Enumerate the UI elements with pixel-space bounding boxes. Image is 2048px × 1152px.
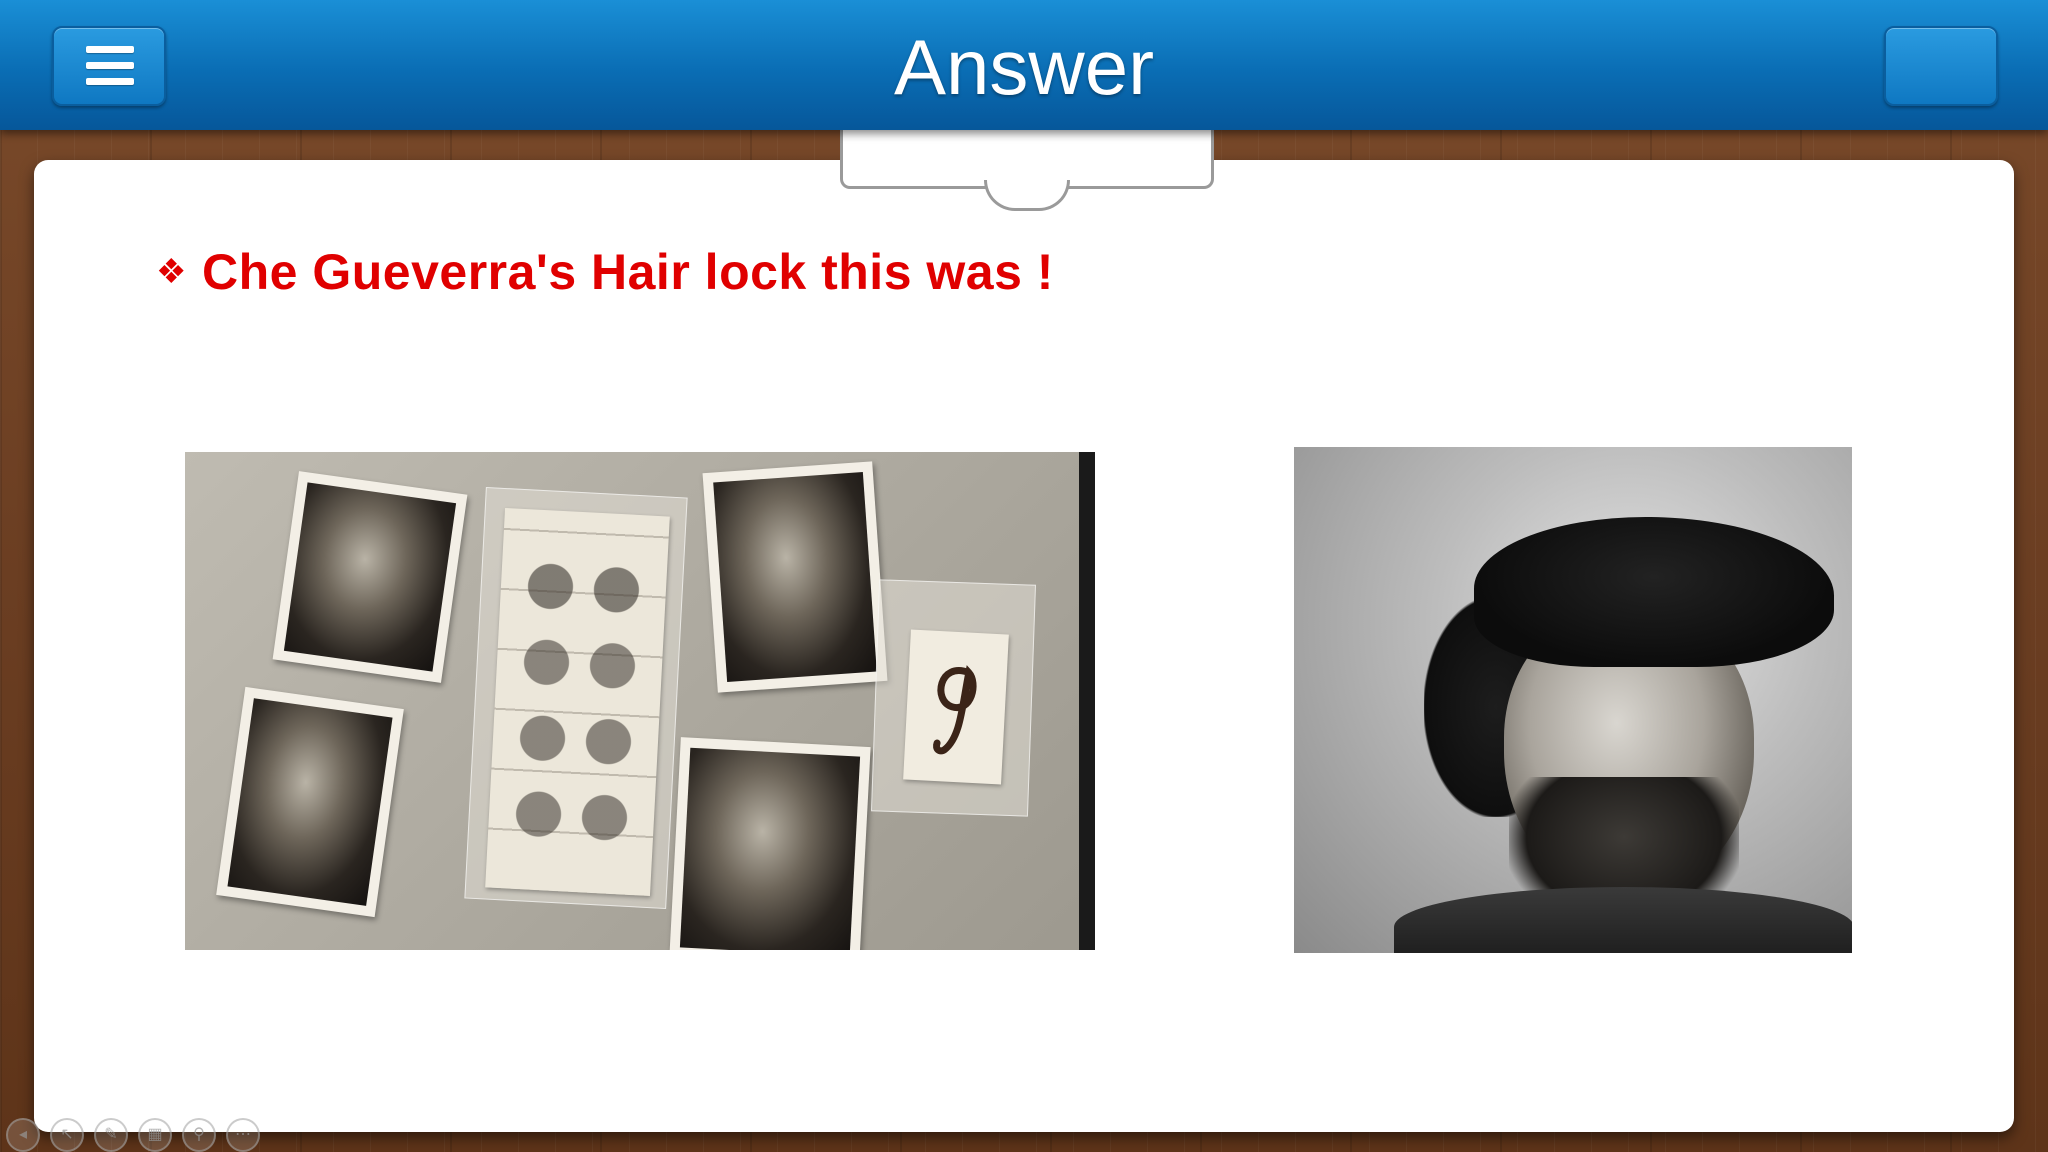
- evidence-photo: [185, 452, 1095, 950]
- pointer-icon[interactable]: ↖: [50, 1118, 84, 1152]
- photo-print: [702, 461, 888, 693]
- page-title: Answer: [893, 23, 1155, 111]
- pen-icon[interactable]: ✎: [94, 1118, 128, 1152]
- slide-controls: ◂ ↖ ✎ ▦ ⚲ ⋯: [6, 1118, 260, 1152]
- hair-lock-card: [903, 629, 1009, 785]
- top-navigation-bar: Answer: [0, 0, 2048, 130]
- photo-border: [1079, 452, 1095, 950]
- photo-print: [272, 471, 468, 683]
- header-right-button[interactable]: [1884, 26, 1998, 106]
- photo-print: [669, 737, 871, 950]
- portrait-beret: [1474, 517, 1834, 667]
- more-options-icon[interactable]: ⋯: [226, 1118, 260, 1152]
- headline-row: ❖ Che Gueverra's Hair lock this was !: [156, 242, 1054, 302]
- portrait-shirt: [1394, 887, 1852, 953]
- slides-icon[interactable]: ▦: [138, 1118, 172, 1152]
- portrait-photo: [1294, 447, 1852, 953]
- diamond-bullet-icon: ❖: [156, 253, 187, 291]
- slide-headline: Che Gueverra's Hair lock this was !: [202, 244, 1054, 300]
- hair-lock-icon: [933, 665, 977, 755]
- photo-print: [216, 686, 404, 918]
- fingerprint-card: [485, 507, 670, 897]
- zoom-icon[interactable]: ⚲: [182, 1118, 216, 1152]
- previous-slide-icon[interactable]: ◂: [6, 1118, 40, 1152]
